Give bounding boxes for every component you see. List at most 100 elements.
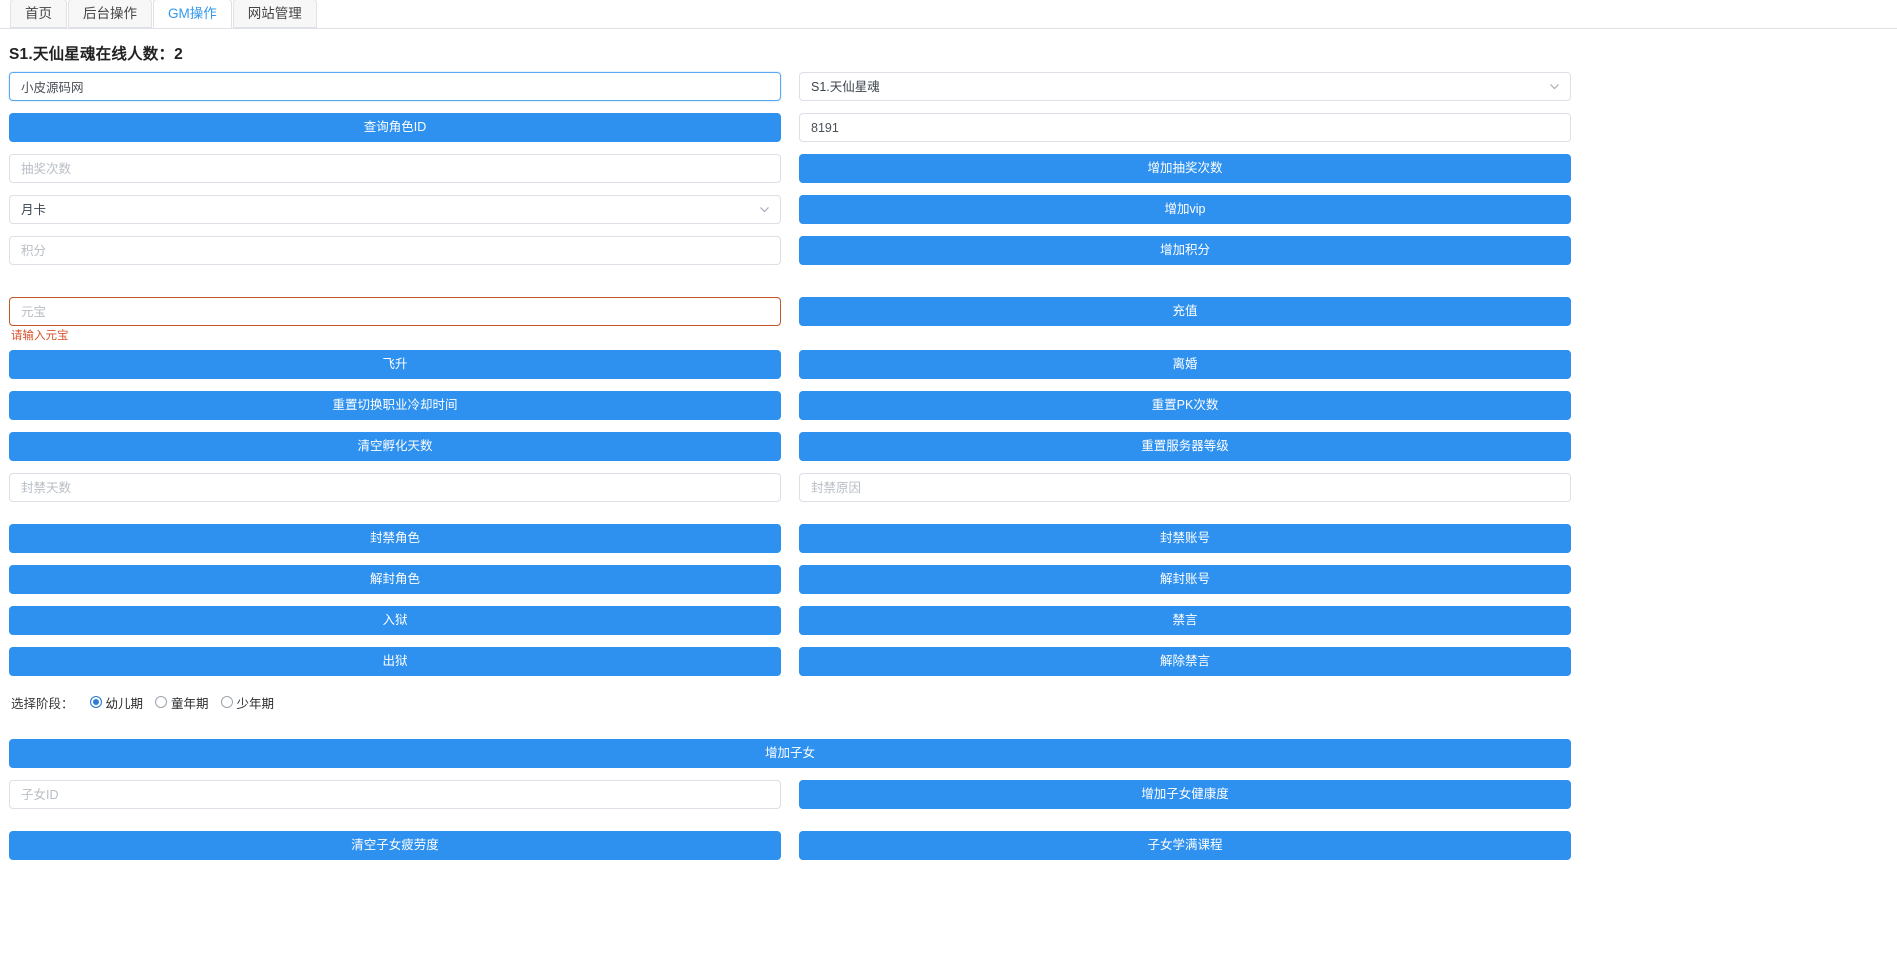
row-hatch-server: 清空孵化天数 重置服务器等级 xyxy=(9,432,1571,461)
query-role-id-button[interactable]: 查询角色ID xyxy=(9,113,781,142)
server-select-wrap: S1.天仙星魂 xyxy=(799,72,1571,101)
unmute-button[interactable]: 解除禁言 xyxy=(799,647,1571,676)
add-child-button-wrap: 增加子女 xyxy=(9,739,1571,768)
server-select[interactable]: S1.天仙星魂 xyxy=(799,72,1571,101)
ban-role-button-wrap: 封禁角色 xyxy=(9,524,781,553)
ban-account-button-wrap: 封禁账号 xyxy=(799,524,1571,553)
jail-button-wrap: 入狱 xyxy=(9,606,781,635)
tab-home-label: 首页 xyxy=(25,5,52,21)
reset-job-cooldown-button[interactable]: 重置切换职业冷却时间 xyxy=(9,391,781,420)
reset-job-cd-button-wrap: 重置切换职业冷却时间 xyxy=(9,391,781,420)
tab-site-admin-label: 网站管理 xyxy=(247,5,302,21)
mute-button[interactable]: 禁言 xyxy=(799,606,1571,635)
unban-role-button[interactable]: 解封角色 xyxy=(9,565,781,594)
yuanbao-error-message: 请输入元宝 xyxy=(11,330,69,342)
row-reset-job-pk: 重置切换职业冷却时间 重置PK次数 xyxy=(9,391,1571,420)
reset-pk-button-wrap: 重置PK次数 xyxy=(799,391,1571,420)
ascend-button-wrap: 飞升 xyxy=(9,350,781,379)
account-input[interactable] xyxy=(9,72,781,101)
divorce-button-wrap: 离婚 xyxy=(799,350,1571,379)
reset-server-level-button-wrap: 重置服务器等级 xyxy=(799,432,1571,461)
tab-site-admin[interactable]: 网站管理 xyxy=(232,0,317,28)
ascend-button[interactable]: 飞升 xyxy=(9,350,781,379)
stage-radio-group: 选择阶段： 幼儿期 童年期 少年期 xyxy=(9,691,1571,713)
yuanbao-field-wrap: 请输入元宝 xyxy=(9,297,781,342)
jail-button[interactable]: 入狱 xyxy=(9,606,781,635)
points-field-wrap xyxy=(9,236,781,265)
add-points-button-wrap: 增加积分 xyxy=(799,236,1571,265)
row-points: 增加积分 xyxy=(9,236,1571,265)
reset-pk-count-button[interactable]: 重置PK次数 xyxy=(799,391,1571,420)
add-vip-button-wrap: 增加vip xyxy=(799,195,1571,224)
stage-group-label: 选择阶段： xyxy=(11,696,74,711)
add-points-button[interactable]: 增加积分 xyxy=(799,236,1571,265)
unban-account-button-wrap: 解封账号 xyxy=(799,565,1571,594)
row-unban-buttons: 解封角色 解封账号 xyxy=(9,565,1571,594)
divorce-button[interactable]: 离婚 xyxy=(799,350,1571,379)
points-input[interactable] xyxy=(9,236,781,265)
row-release-unmute: 出狱 解除禁言 xyxy=(9,647,1571,676)
tab-gm-ops[interactable]: GM操作 xyxy=(153,0,232,28)
vip-type-select[interactable]: 月卡 xyxy=(9,195,781,224)
unban-role-button-wrap: 解封角色 xyxy=(9,565,781,594)
recharge-button[interactable]: 充值 xyxy=(799,297,1571,326)
mute-button-wrap: 禁言 xyxy=(799,606,1571,635)
ban-days-input[interactable] xyxy=(9,473,781,502)
ban-reason-field-wrap xyxy=(799,473,1571,502)
tab-home[interactable]: 首页 xyxy=(10,0,67,28)
role-id-input[interactable] xyxy=(799,113,1571,142)
row-query-role-id: 查询角色ID xyxy=(9,113,1571,142)
unban-account-button[interactable]: 解封账号 xyxy=(799,565,1571,594)
tab-backend-ops-label: 后台操作 xyxy=(83,5,137,21)
radio-dot-icon xyxy=(89,696,102,708)
page-root: 首页 后台操作 GM操作 网站管理 S1.天仙星魂在线人数：2 S1.天仙星魂 xyxy=(0,0,1897,977)
tab-bar: 首页 后台操作 GM操作 网站管理 xyxy=(0,0,1897,29)
tab-gm-ops-label: GM操作 xyxy=(168,5,217,21)
yuanbao-input[interactable] xyxy=(9,297,781,326)
clear-hatch-days-button-wrap: 清空孵化天数 xyxy=(9,432,781,461)
draw-count-field-wrap xyxy=(9,154,781,183)
draw-count-input[interactable] xyxy=(9,154,781,183)
release-from-jail-button[interactable]: 出狱 xyxy=(9,647,781,676)
add-vip-button[interactable]: 增加vip xyxy=(799,195,1571,224)
query-button-wrap: 查询角色ID xyxy=(9,113,781,142)
stage-radio-juvenile[interactable]: 少年期 xyxy=(220,693,275,712)
child-full-course-button[interactable]: 子女学满课程 xyxy=(799,831,1571,860)
stage-radio-infant-label: 幼儿期 xyxy=(105,696,144,711)
add-child-button[interactable]: 增加子女 xyxy=(9,739,1571,768)
child-id-field-wrap xyxy=(9,780,781,809)
row-draw-count: 增加抽奖次数 xyxy=(9,154,1571,183)
tab-backend-ops[interactable]: 后台操作 xyxy=(68,0,152,28)
row-yuanbao: 请输入元宝 充值 xyxy=(9,297,1571,342)
clear-child-fatigue-button[interactable]: 清空子女疲劳度 xyxy=(9,831,781,860)
ban-account-button[interactable]: 封禁账号 xyxy=(799,524,1571,553)
add-child-health-button-wrap: 增加子女健康度 xyxy=(799,780,1571,809)
stage-radio-infant[interactable]: 幼儿期 xyxy=(89,693,144,712)
row-stage-select: 选择阶段： 幼儿期 童年期 少年期 xyxy=(9,691,1571,713)
add-child-health-button[interactable]: 增加子女健康度 xyxy=(799,780,1571,809)
row-jail-mute: 入狱 禁言 xyxy=(9,606,1571,635)
add-draw-button-wrap: 增加抽奖次数 xyxy=(799,154,1571,183)
radio-dot-icon xyxy=(155,696,168,708)
ban-days-field-wrap xyxy=(9,473,781,502)
vip-select-wrap: 月卡 xyxy=(9,195,781,224)
page-title: S1.天仙星魂在线人数：2 xyxy=(9,46,183,63)
ban-role-button[interactable]: 封禁角色 xyxy=(9,524,781,553)
child-id-input[interactable] xyxy=(9,780,781,809)
radio-dot-icon xyxy=(220,696,233,708)
child-full-course-button-wrap: 子女学满课程 xyxy=(799,831,1571,860)
row-ban-inputs xyxy=(9,473,1571,502)
reset-server-level-button[interactable]: 重置服务器等级 xyxy=(799,432,1571,461)
ban-reason-input[interactable] xyxy=(799,473,1571,502)
row-vip: 月卡 增加vip xyxy=(9,195,1571,224)
row-ban-buttons: 封禁角色 封禁账号 xyxy=(9,524,1571,553)
add-draw-count-button[interactable]: 增加抽奖次数 xyxy=(799,154,1571,183)
form-container: S1.天仙星魂 查询角色ID 增加抽奖次数 xyxy=(0,72,1580,860)
release-button-wrap: 出狱 xyxy=(9,647,781,676)
account-field-wrap xyxy=(9,72,781,101)
stage-radio-childhood[interactable]: 童年期 xyxy=(155,693,209,712)
recharge-button-wrap: 充值 xyxy=(799,297,1571,326)
stage-radio-juvenile-label: 少年期 xyxy=(236,696,275,711)
clear-hatch-days-button[interactable]: 清空孵化天数 xyxy=(9,432,781,461)
